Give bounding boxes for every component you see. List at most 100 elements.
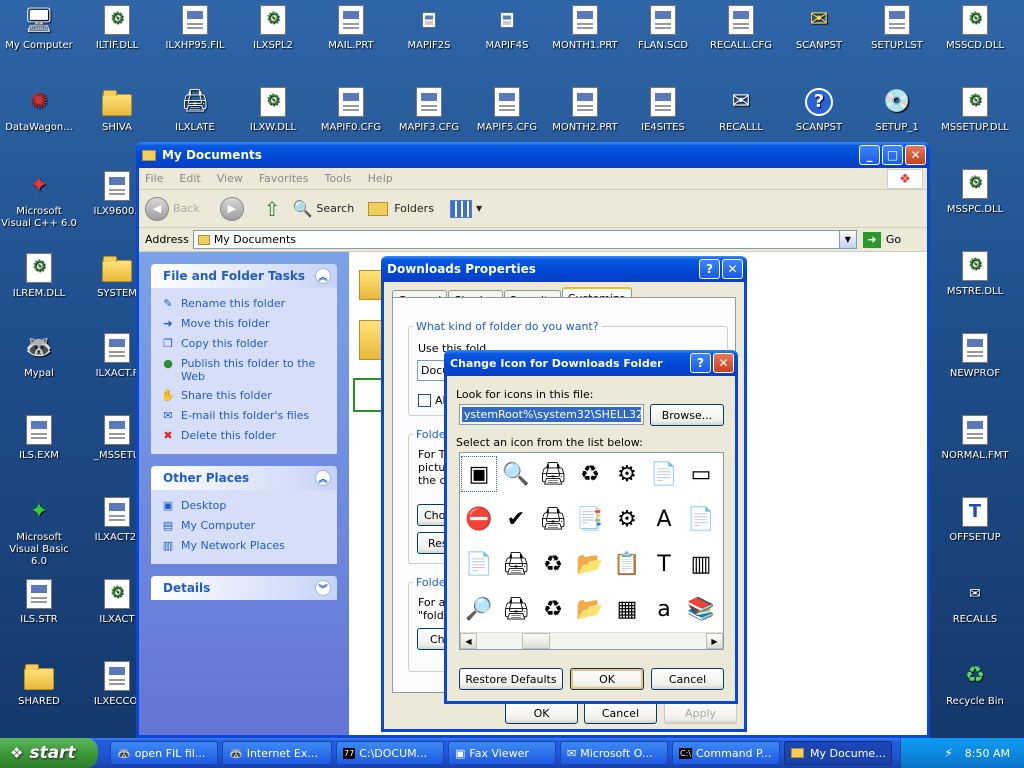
desktop-icon[interactable]: MAPIF2S — [390, 2, 468, 82]
desktop-icon[interactable]: SHARED — [0, 658, 78, 738]
properties-titlebar[interactable]: Downloads Properties ? ✕ — [381, 256, 747, 282]
desktop-icon[interactable]: 🦝 Mypal — [0, 330, 78, 410]
desktop-icon[interactable]: RECALL.CFG — [702, 2, 780, 82]
section-header[interactable]: Details ︾ — [151, 576, 337, 600]
folders-button[interactable]: Folders — [394, 202, 434, 215]
shell-icon-option[interactable]: 📋 — [610, 547, 644, 581]
help-button[interactable]: ? — [699, 259, 720, 279]
desktop-icon[interactable]: ILREM.DLL — [0, 250, 78, 330]
back-arrow-icon[interactable]: ◀ — [145, 196, 169, 221]
desktop-icon[interactable]: MAIL.PRT — [312, 2, 390, 82]
task-delete[interactable]: ✖ Delete this folder — [151, 426, 337, 446]
desktop-icon[interactable]: NORMAL.FMT — [936, 412, 1014, 492]
shell-icon-option[interactable]: 🖨 — [536, 502, 570, 536]
taskbar-item[interactable]: 🦝 Internet Ex... — [222, 741, 332, 765]
shell-icon-option[interactable]: 📂 — [573, 592, 607, 626]
folder-icon[interactable] — [359, 320, 383, 360]
go-arrow-icon[interactable]: ➜ — [862, 231, 881, 248]
taskbar-item[interactable]: C:\ Command P... — [672, 741, 780, 765]
shell-icon-option[interactable]: ♻ — [536, 592, 570, 626]
clock[interactable]: 8:50 AM — [965, 747, 1010, 760]
cancel-button[interactable]: Cancel — [651, 668, 724, 690]
horizontal-scrollbar[interactable]: ◀ ▶ — [460, 632, 723, 649]
shell-icon-option[interactable]: 🖨 — [499, 547, 533, 581]
ok-button[interactable]: OK — [505, 702, 578, 724]
desktop-icon[interactable]: MSSCD.DLL — [936, 2, 1014, 82]
place-network[interactable]: ▥ My Network Places — [151, 536, 337, 556]
place-my-computer[interactable]: ▤ My Computer — [151, 516, 337, 536]
shell-icon-option[interactable]: 📄 — [684, 502, 718, 536]
menu-tools[interactable]: Tools — [325, 172, 352, 185]
shell-icon-option[interactable]: a — [647, 592, 681, 626]
shell-icon-option[interactable]: 📄 — [462, 547, 496, 581]
go-button[interactable]: Go — [886, 233, 901, 246]
collapse-icon[interactable]: ︽ — [315, 470, 331, 486]
shell-icon-option[interactable]: T — [647, 547, 681, 581]
task-move[interactable]: ➜ Move this folder — [151, 314, 337, 334]
shell-icon-option[interactable]: 🖨 — [499, 592, 533, 626]
desktop-icon[interactable]: MSTRE.DLL — [936, 248, 1014, 328]
menu-help[interactable]: Help — [368, 172, 393, 185]
desktop-icon[interactable]: MONTH1.PRT — [546, 2, 624, 82]
taskbar-item[interactable]: My Docume... — [784, 741, 892, 765]
task-email[interactable]: ✉ E-mail this folder's files — [151, 406, 337, 426]
desktop-icon[interactable]: ✉ RECALLS — [936, 576, 1014, 656]
image-file-icon[interactable] — [353, 378, 383, 412]
apply-button[interactable]: Apply — [664, 702, 737, 724]
shell-icon-option[interactable]: 📄 — [647, 457, 681, 491]
views-icon[interactable] — [449, 199, 472, 218]
minimize-button[interactable]: _ — [859, 145, 880, 165]
scroll-left-icon[interactable]: ◀ — [460, 633, 477, 649]
scroll-thumb[interactable] — [522, 633, 550, 649]
change-icon-titlebar[interactable]: Change Icon for Downloads Folder ? ✕ — [444, 350, 738, 376]
desktop-icon[interactable]: ♻ Recycle Bin — [936, 658, 1014, 738]
shell-icon-option[interactable]: ▦ — [610, 592, 644, 626]
desktop-icon[interactable]: ILS.EXM — [0, 412, 78, 492]
task-rename[interactable]: ✎ Rename this folder — [151, 294, 337, 314]
address-input[interactable]: My Documents ▼ — [192, 230, 857, 249]
menu-favorites[interactable]: Favorites — [259, 172, 309, 185]
taskbar-item[interactable]: 🦝 open FIL fil... — [110, 741, 218, 765]
desktop-icon[interactable]: ILS.STR — [0, 576, 78, 656]
ok-button[interactable]: OK — [570, 668, 644, 690]
also-apply-checkbox[interactable] — [418, 394, 431, 407]
back-button-label[interactable]: Back — [173, 202, 200, 215]
desktop-icon[interactable]: T OFFSETUP — [936, 494, 1014, 574]
desktop-icon[interactable]: ILTIF.DLL — [78, 2, 156, 82]
shell-icon-option[interactable]: ▭ — [684, 457, 718, 491]
close-button[interactable]: ✕ — [905, 145, 926, 165]
desktop-icon[interactable]: SETUP.LST — [858, 2, 936, 82]
cancel-button[interactable]: Cancel — [584, 702, 657, 724]
desktop-icon[interactable]: NEWPROF — [936, 330, 1014, 410]
shell-icon-option[interactable]: ♻ — [573, 457, 607, 491]
desktop-icon[interactable]: ✺ DataWagon... — [0, 84, 78, 164]
shell-icon-option[interactable]: ⛔ — [462, 502, 496, 536]
icon-list[interactable]: ▣ 🔍 🖨 ♻ ⚙ 📄 ▭ ⛔ ✔ 🖨 📑 ⚙ A 📄 📄 🖨 ♻ 📂 📋 T ▥ 🔎 🖨 ♻ 📂 ▦ a 📚 ◀ ▶ — [459, 452, 724, 650]
desktop-icon[interactable]: ✦ Microsoft Visual C++ 6.0 — [0, 168, 78, 248]
start-button[interactable]: ❖ start — [0, 738, 98, 768]
taskbar-item[interactable]: 77 C:\DOCUM... — [336, 741, 444, 765]
taskbar-item[interactable]: ✉ Microsoft O... — [560, 741, 668, 765]
desktop-icon[interactable]: ILXSPL2 — [234, 2, 312, 82]
chevron-down-icon[interactable]: ▼ — [838, 231, 856, 248]
desktop-icon[interactable]: MSSETUP.DLL — [936, 84, 1014, 164]
desktop-icon[interactable]: MSSPC.DLL — [936, 166, 1014, 246]
folder-icon[interactable] — [359, 270, 383, 300]
shell-icon-option[interactable]: ♻ — [536, 547, 570, 581]
shell-icon-option[interactable]: ⚙ — [610, 457, 644, 491]
shell-icon-option[interactable]: 📑 — [573, 502, 607, 536]
desktop-icon[interactable]: 🖥 My Computer — [0, 2, 78, 82]
taskbar-item[interactable]: ▣ Fax Viewer — [448, 741, 556, 765]
collapse-icon[interactable]: ︽ — [315, 268, 331, 284]
icon-file-input[interactable]: ystemRoot%\system32\SHELL32.dll — [459, 404, 644, 425]
task-publish[interactable]: ● Publish this folder to the Web — [151, 354, 337, 386]
desktop-icon[interactable]: FLAN.SCD — [624, 2, 702, 82]
chevron-down-icon[interactable]: ▼ — [476, 204, 482, 213]
shell-icon-option[interactable]: 📂 — [573, 547, 607, 581]
shell-icon-option[interactable]: ✔ — [499, 502, 533, 536]
up-folder-icon[interactable]: ⇧ — [264, 197, 281, 221]
shell-icon-option[interactable]: ⚙ — [610, 502, 644, 536]
help-button[interactable]: ? — [690, 353, 711, 373]
shell-icon-option[interactable]: 🖨 — [536, 457, 570, 491]
task-share[interactable]: ✋ Share this folder — [151, 386, 337, 406]
